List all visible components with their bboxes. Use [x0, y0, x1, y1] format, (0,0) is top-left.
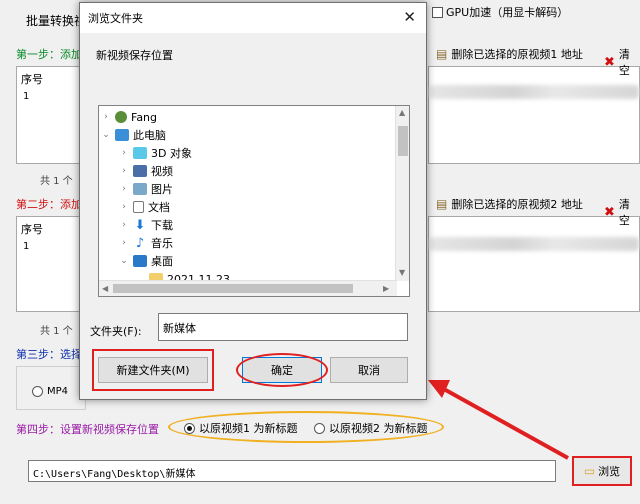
desktop-icon	[133, 255, 147, 267]
chevron-right-icon: ›	[122, 220, 126, 230]
dialog-body: 新视频保存位置 › Fang ⌄ 此电脑 › 3D 对象 › 视频 › 图片 ›…	[80, 33, 426, 399]
chevron-down-icon: ⌄	[120, 256, 128, 266]
delete-icon: ▤	[436, 47, 448, 61]
annotation-arrow	[428, 380, 569, 460]
folder-icon: ▭	[583, 464, 596, 478]
video1-list-right[interactable]	[428, 66, 640, 164]
clear-video2-button[interactable]: ✖ 清空	[604, 196, 640, 228]
tree-item-this-pc[interactable]: ⌄ 此电脑	[101, 126, 166, 144]
tree-horizontal-scroll-thumb[interactable]	[113, 284, 353, 293]
app-title: 批量转换视	[26, 14, 87, 28]
tree-item-music[interactable]: › ♪ 音乐	[119, 234, 173, 252]
tree-horizontal-scrollbar[interactable]: ◀ ▶	[99, 280, 397, 296]
chevron-right-icon: ›	[104, 112, 108, 122]
tree-item-3d-objects[interactable]: › 3D 对象	[119, 144, 192, 162]
scroll-left-arrow-icon[interactable]: ◀	[102, 284, 108, 293]
chevron-right-icon: ›	[122, 166, 126, 176]
chevron-right-icon: ›	[122, 184, 126, 194]
step2-label: 第二步：添加	[16, 198, 82, 211]
folder-field-label: 文件夹(F):	[90, 325, 142, 338]
computer-icon	[115, 129, 129, 141]
documents-icon	[133, 201, 144, 213]
annotation-orange-ellipse	[168, 411, 444, 443]
video1-row-index: 1	[23, 91, 30, 102]
delete-video2-button[interactable]: ▤ 删除已选择的原视频2 地址	[436, 196, 583, 212]
chevron-right-icon: ›	[122, 148, 126, 158]
videos-icon	[133, 165, 147, 177]
video2-row-index: 1	[23, 241, 30, 252]
chevron-right-icon: ›	[122, 202, 126, 212]
tree-item-desktop[interactable]: ⌄ 桌面	[119, 252, 173, 270]
video1-list[interactable]: 序号 1	[16, 66, 82, 164]
browse-folder-dialog: 浏览文件夹 ✕ 新视频保存位置 › Fang ⌄ 此电脑 › 3D 对象 › 视…	[79, 2, 427, 400]
dialog-title: 浏览文件夹	[80, 3, 426, 33]
downloads-icon: ⬇	[134, 217, 146, 233]
browse-button[interactable]: ▭ 浏览	[572, 456, 632, 486]
user-icon	[115, 111, 127, 123]
tree-item-pictures[interactable]: › 图片	[119, 180, 173, 198]
gpu-checkbox[interactable]	[432, 6, 443, 18]
gpu-accel-option[interactable]: GPU加速（用显卡解码）	[432, 4, 568, 20]
gpu-label: GPU加速（用显卡解码）	[446, 6, 569, 19]
video1-count: 共 1 个	[40, 176, 73, 187]
clear-x-icon: ✖	[604, 54, 615, 70]
close-icon[interactable]: ✕	[403, 8, 416, 26]
tree-item-downloads[interactable]: › ⬇ 下载	[119, 216, 173, 234]
video1-col-header: 序号	[21, 73, 43, 86]
annotation-red-rect	[92, 349, 214, 391]
step3-label: 第三步：选择	[16, 348, 82, 361]
folder-name-input[interactable]: 新媒体	[158, 313, 408, 341]
clear-x-icon: ✖	[604, 204, 615, 220]
chevron-down-icon: ⌄	[102, 130, 110, 140]
format-mp4-radio[interactable]	[32, 386, 43, 397]
chevron-right-icon: ›	[122, 238, 126, 248]
pictures-icon	[133, 183, 147, 195]
clear-video1-button[interactable]: ✖ 清空	[604, 46, 640, 78]
blurred-path-2	[429, 237, 639, 251]
dialog-description: 新视频保存位置	[96, 49, 173, 62]
tree-item-videos[interactable]: › 视频	[119, 162, 173, 180]
cancel-button[interactable]: 取消	[330, 357, 408, 383]
step1-label: 第一步：添加	[16, 48, 82, 61]
delete-icon: ▤	[436, 197, 448, 211]
tree-item-fang[interactable]: › Fang	[101, 108, 157, 126]
video2-list[interactable]: 序号 1	[16, 216, 82, 312]
scroll-up-arrow-icon[interactable]: ▲	[399, 108, 405, 117]
delete-video1-button[interactable]: ▤ 删除已选择的原视频1 地址	[436, 46, 583, 62]
video2-count: 共 1 个	[40, 326, 73, 337]
video2-list-right[interactable]	[428, 216, 640, 312]
folder-tree[interactable]: › Fang ⌄ 此电脑 › 3D 对象 › 视频 › 图片 › 文档 › ⬇ …	[98, 105, 410, 297]
tree-vertical-scrollbar[interactable]: ▲ ▼	[395, 106, 409, 281]
step4-label: 第四步：设置新视频保存位置	[16, 423, 159, 436]
blurred-path-1	[429, 85, 639, 99]
tree-item-documents[interactable]: › 文档	[119, 198, 170, 216]
format-mp4-option[interactable]: MP4	[32, 386, 68, 397]
music-icon: ♪	[135, 235, 145, 251]
scroll-right-arrow-icon[interactable]: ▶	[383, 284, 389, 293]
annotation-red-ellipse	[236, 353, 328, 387]
video2-col-header: 序号	[21, 223, 43, 236]
scroll-down-arrow-icon[interactable]: ▼	[399, 268, 405, 277]
tree-vertical-scroll-thumb[interactable]	[398, 126, 408, 156]
3d-objects-icon	[133, 147, 147, 159]
